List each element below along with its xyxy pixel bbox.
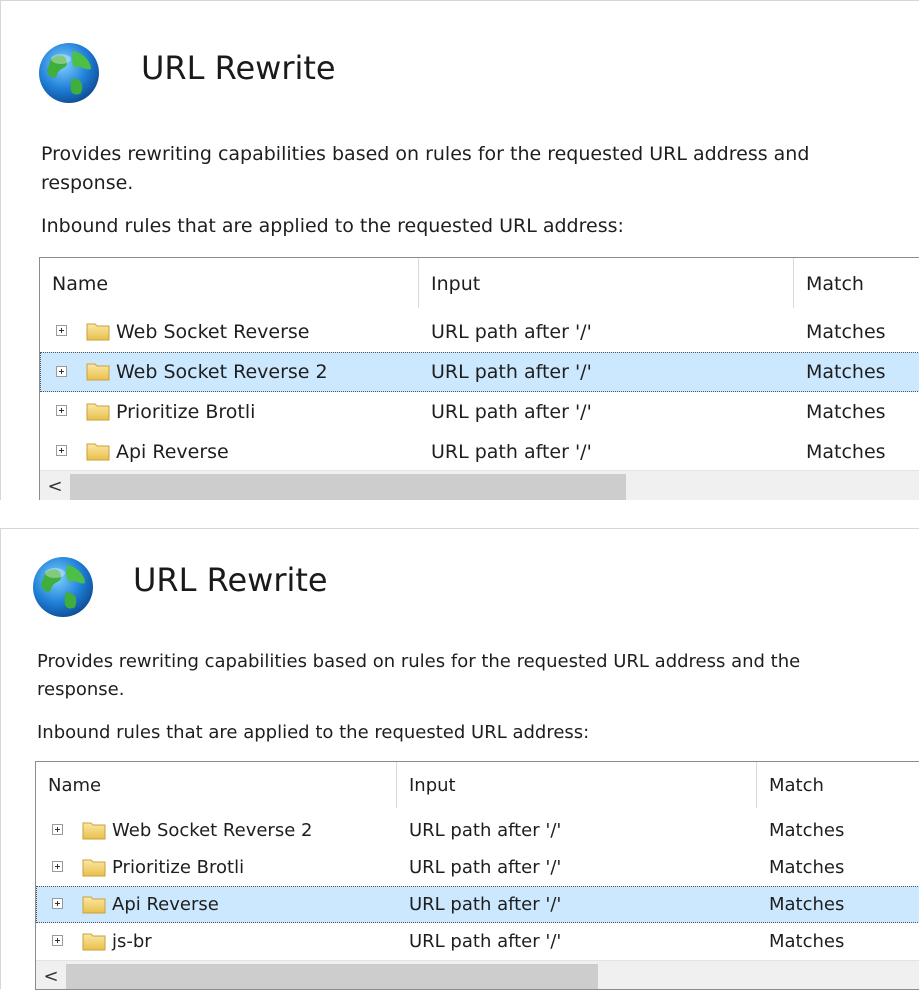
expand-plus-icon[interactable] xyxy=(56,325,67,336)
expand-plus-icon[interactable] xyxy=(52,824,63,835)
rule-input: URL path after '/' xyxy=(431,321,592,343)
rule-match: Matches xyxy=(769,857,845,878)
folder-icon xyxy=(82,933,106,951)
description-line-2: response. xyxy=(37,679,125,700)
expand-plus-icon[interactable] xyxy=(52,898,63,909)
rule-match: Matches xyxy=(769,894,845,915)
rule-input: URL path after '/' xyxy=(409,820,562,841)
rule-match: Matches xyxy=(769,820,845,841)
horizontal-scrollbar[interactable]: < xyxy=(36,960,919,989)
rule-match: Matches xyxy=(806,321,886,343)
rule-input: URL path after '/' xyxy=(431,401,592,423)
column-header-match[interactable]: Match xyxy=(756,762,919,808)
rule-name: Api Reverse xyxy=(112,894,219,915)
rule-input: URL path after '/' xyxy=(409,857,562,878)
rule-input: URL path after '/' xyxy=(409,931,562,952)
column-header-name[interactable]: Name xyxy=(36,762,396,808)
description-line-2: response. xyxy=(41,172,134,194)
rule-name: Web Socket Reverse 2 xyxy=(116,361,328,383)
rule-name: Prioritize Brotli xyxy=(116,401,256,423)
globe-icon xyxy=(39,43,99,103)
expand-plus-icon[interactable] xyxy=(52,861,63,872)
folder-icon xyxy=(82,896,106,914)
rule-name: Web Socket Reverse xyxy=(116,321,310,343)
column-header-match[interactable]: Match xyxy=(793,258,919,308)
page-title: URL Rewrite xyxy=(133,561,328,599)
rule-input: URL path after '/' xyxy=(431,361,592,383)
scrollbar-thumb[interactable] xyxy=(70,474,626,500)
folder-icon xyxy=(86,363,110,381)
inbound-rules-label: Inbound rules that are applied to the re… xyxy=(41,215,624,237)
rule-name: Web Socket Reverse 2 xyxy=(112,820,313,841)
rule-input: URL path after '/' xyxy=(431,441,592,463)
rule-name: js-br xyxy=(112,931,152,952)
rule-input: URL path after '/' xyxy=(409,894,562,915)
rule-row[interactable]: Prioritize Brotli URL path after '/' Mat… xyxy=(40,392,919,432)
column-header-name[interactable]: Name xyxy=(40,258,418,308)
description-line-1: Provides rewriting capabilities based on… xyxy=(37,651,801,672)
folder-icon xyxy=(82,822,106,840)
rule-match: Matches xyxy=(806,441,886,463)
description-line-1: Provides rewriting capabilities based on… xyxy=(41,143,810,165)
rule-row[interactable]: Prioritize Brotli URL path after '/' Mat… xyxy=(36,849,919,886)
expand-plus-icon[interactable] xyxy=(56,366,67,377)
rule-row[interactable]: Web Socket Reverse URL path after '/' Ma… xyxy=(40,312,919,352)
rule-row[interactable]: Web Socket Reverse 2 URL path after '/' … xyxy=(36,812,919,849)
expand-plus-icon[interactable] xyxy=(52,935,63,946)
rule-match: Matches xyxy=(806,361,886,383)
folder-icon xyxy=(86,323,110,341)
horizontal-scrollbar[interactable]: < xyxy=(40,470,919,501)
inbound-rules-label: Inbound rules that are applied to the re… xyxy=(37,722,590,743)
folder-icon xyxy=(86,403,110,421)
scrollbar-thumb[interactable] xyxy=(66,964,598,989)
url-rewrite-panel-2: URL Rewrite Provides rewriting capabilit… xyxy=(0,528,919,990)
folder-icon xyxy=(86,443,110,461)
folder-icon xyxy=(82,859,106,877)
inbound-rules-grid[interactable]: Name Input Match Web Socket Reverse 2 UR… xyxy=(35,761,919,990)
grid-header: Name Input Match xyxy=(40,258,919,308)
column-header-input[interactable]: Input xyxy=(418,258,793,308)
rule-name: Prioritize Brotli xyxy=(112,857,245,878)
grid-header: Name Input Match xyxy=(36,762,919,808)
rule-match: Matches xyxy=(806,401,886,423)
column-header-input[interactable]: Input xyxy=(396,762,756,808)
expand-plus-icon[interactable] xyxy=(56,405,67,416)
scroll-left-arrow[interactable]: < xyxy=(40,471,70,501)
rule-match: Matches xyxy=(769,931,845,952)
globe-icon xyxy=(33,557,93,617)
page-title: URL Rewrite xyxy=(141,49,336,87)
scroll-left-arrow[interactable]: < xyxy=(36,961,66,989)
url-rewrite-panel-1: URL Rewrite Provides rewriting capabilit… xyxy=(0,0,919,502)
rule-row-selected[interactable]: Web Socket Reverse 2 URL path after '/' … xyxy=(40,352,919,392)
expand-plus-icon[interactable] xyxy=(56,445,67,456)
inbound-rules-grid[interactable]: Name Input Match Web Socket Reverse URL … xyxy=(39,257,919,502)
rule-row-selected[interactable]: Api Reverse URL path after '/' Matches xyxy=(36,886,919,923)
panel-separator xyxy=(0,500,919,528)
rule-name: Api Reverse xyxy=(116,441,229,463)
rule-row[interactable]: Api Reverse URL path after '/' Matches xyxy=(40,432,919,472)
rule-row[interactable]: js-br URL path after '/' Matches xyxy=(36,923,919,960)
